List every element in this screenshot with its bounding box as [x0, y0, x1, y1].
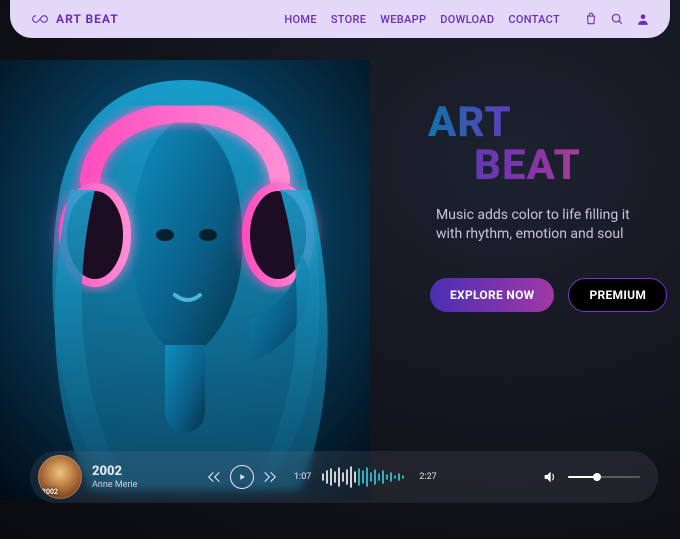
volume-icon[interactable] — [542, 469, 558, 485]
timeline: 1:07 2:27 — [294, 466, 437, 488]
explore-button[interactable]: EXPLORE NOW — [430, 278, 554, 312]
nav-link-home[interactable]: HOME — [284, 13, 316, 26]
search-icon[interactable] — [610, 12, 624, 26]
track-artist: Anne Merie — [92, 480, 182, 490]
track-title: 2002 — [92, 465, 182, 478]
album-cover[interactable]: 2002 — [38, 455, 82, 499]
time-duration: 2:27 — [419, 472, 436, 482]
nav-icons — [584, 12, 650, 26]
cover-year-label: 2002 — [42, 488, 58, 496]
headline-line-1: ART — [428, 98, 581, 147]
user-icon[interactable] — [636, 12, 650, 26]
nav-link-webapp[interactable]: WEBAPP — [380, 13, 426, 26]
infinity-icon — [32, 14, 48, 24]
headline-line-2: BEAT — [474, 141, 581, 190]
volume-knob[interactable] — [593, 473, 601, 481]
hero-tagline: Music adds color to life filling it with… — [436, 206, 658, 244]
hero-headline: ART BEAT — [428, 98, 581, 190]
time-elapsed: 1:07 — [294, 472, 311, 482]
next-icon[interactable] — [260, 467, 280, 487]
nav-link-contact[interactable]: CONTACT — [508, 13, 560, 26]
track-info: 2002 Anne Merie — [92, 465, 182, 490]
cta-group: EXPLORE NOW PREMIUM — [430, 278, 667, 312]
primary-nav: HOME STORE WEBAPP DOWLOAD CONTACT — [284, 12, 650, 26]
player-bar: 2002 2002 Anne Merie 1:07 — [30, 451, 658, 503]
nav-link-download[interactable]: DOWLOAD — [440, 13, 494, 26]
brand[interactable]: ART BEAT — [32, 12, 119, 26]
premium-button[interactable]: PREMIUM — [568, 278, 667, 312]
volume-slider[interactable] — [568, 476, 640, 478]
brand-name: ART BEAT — [56, 12, 119, 26]
play-icon[interactable] — [230, 465, 254, 489]
waveform[interactable] — [321, 466, 409, 488]
bag-icon[interactable] — [584, 12, 598, 26]
hero-image — [0, 60, 370, 500]
playback-controls — [204, 465, 280, 489]
top-navbar: ART BEAT HOME STORE WEBAPP DOWLOAD CONTA… — [10, 0, 670, 38]
nav-link-store[interactable]: STORE — [331, 13, 366, 26]
previous-icon[interactable] — [204, 467, 224, 487]
volume-control — [542, 469, 640, 485]
